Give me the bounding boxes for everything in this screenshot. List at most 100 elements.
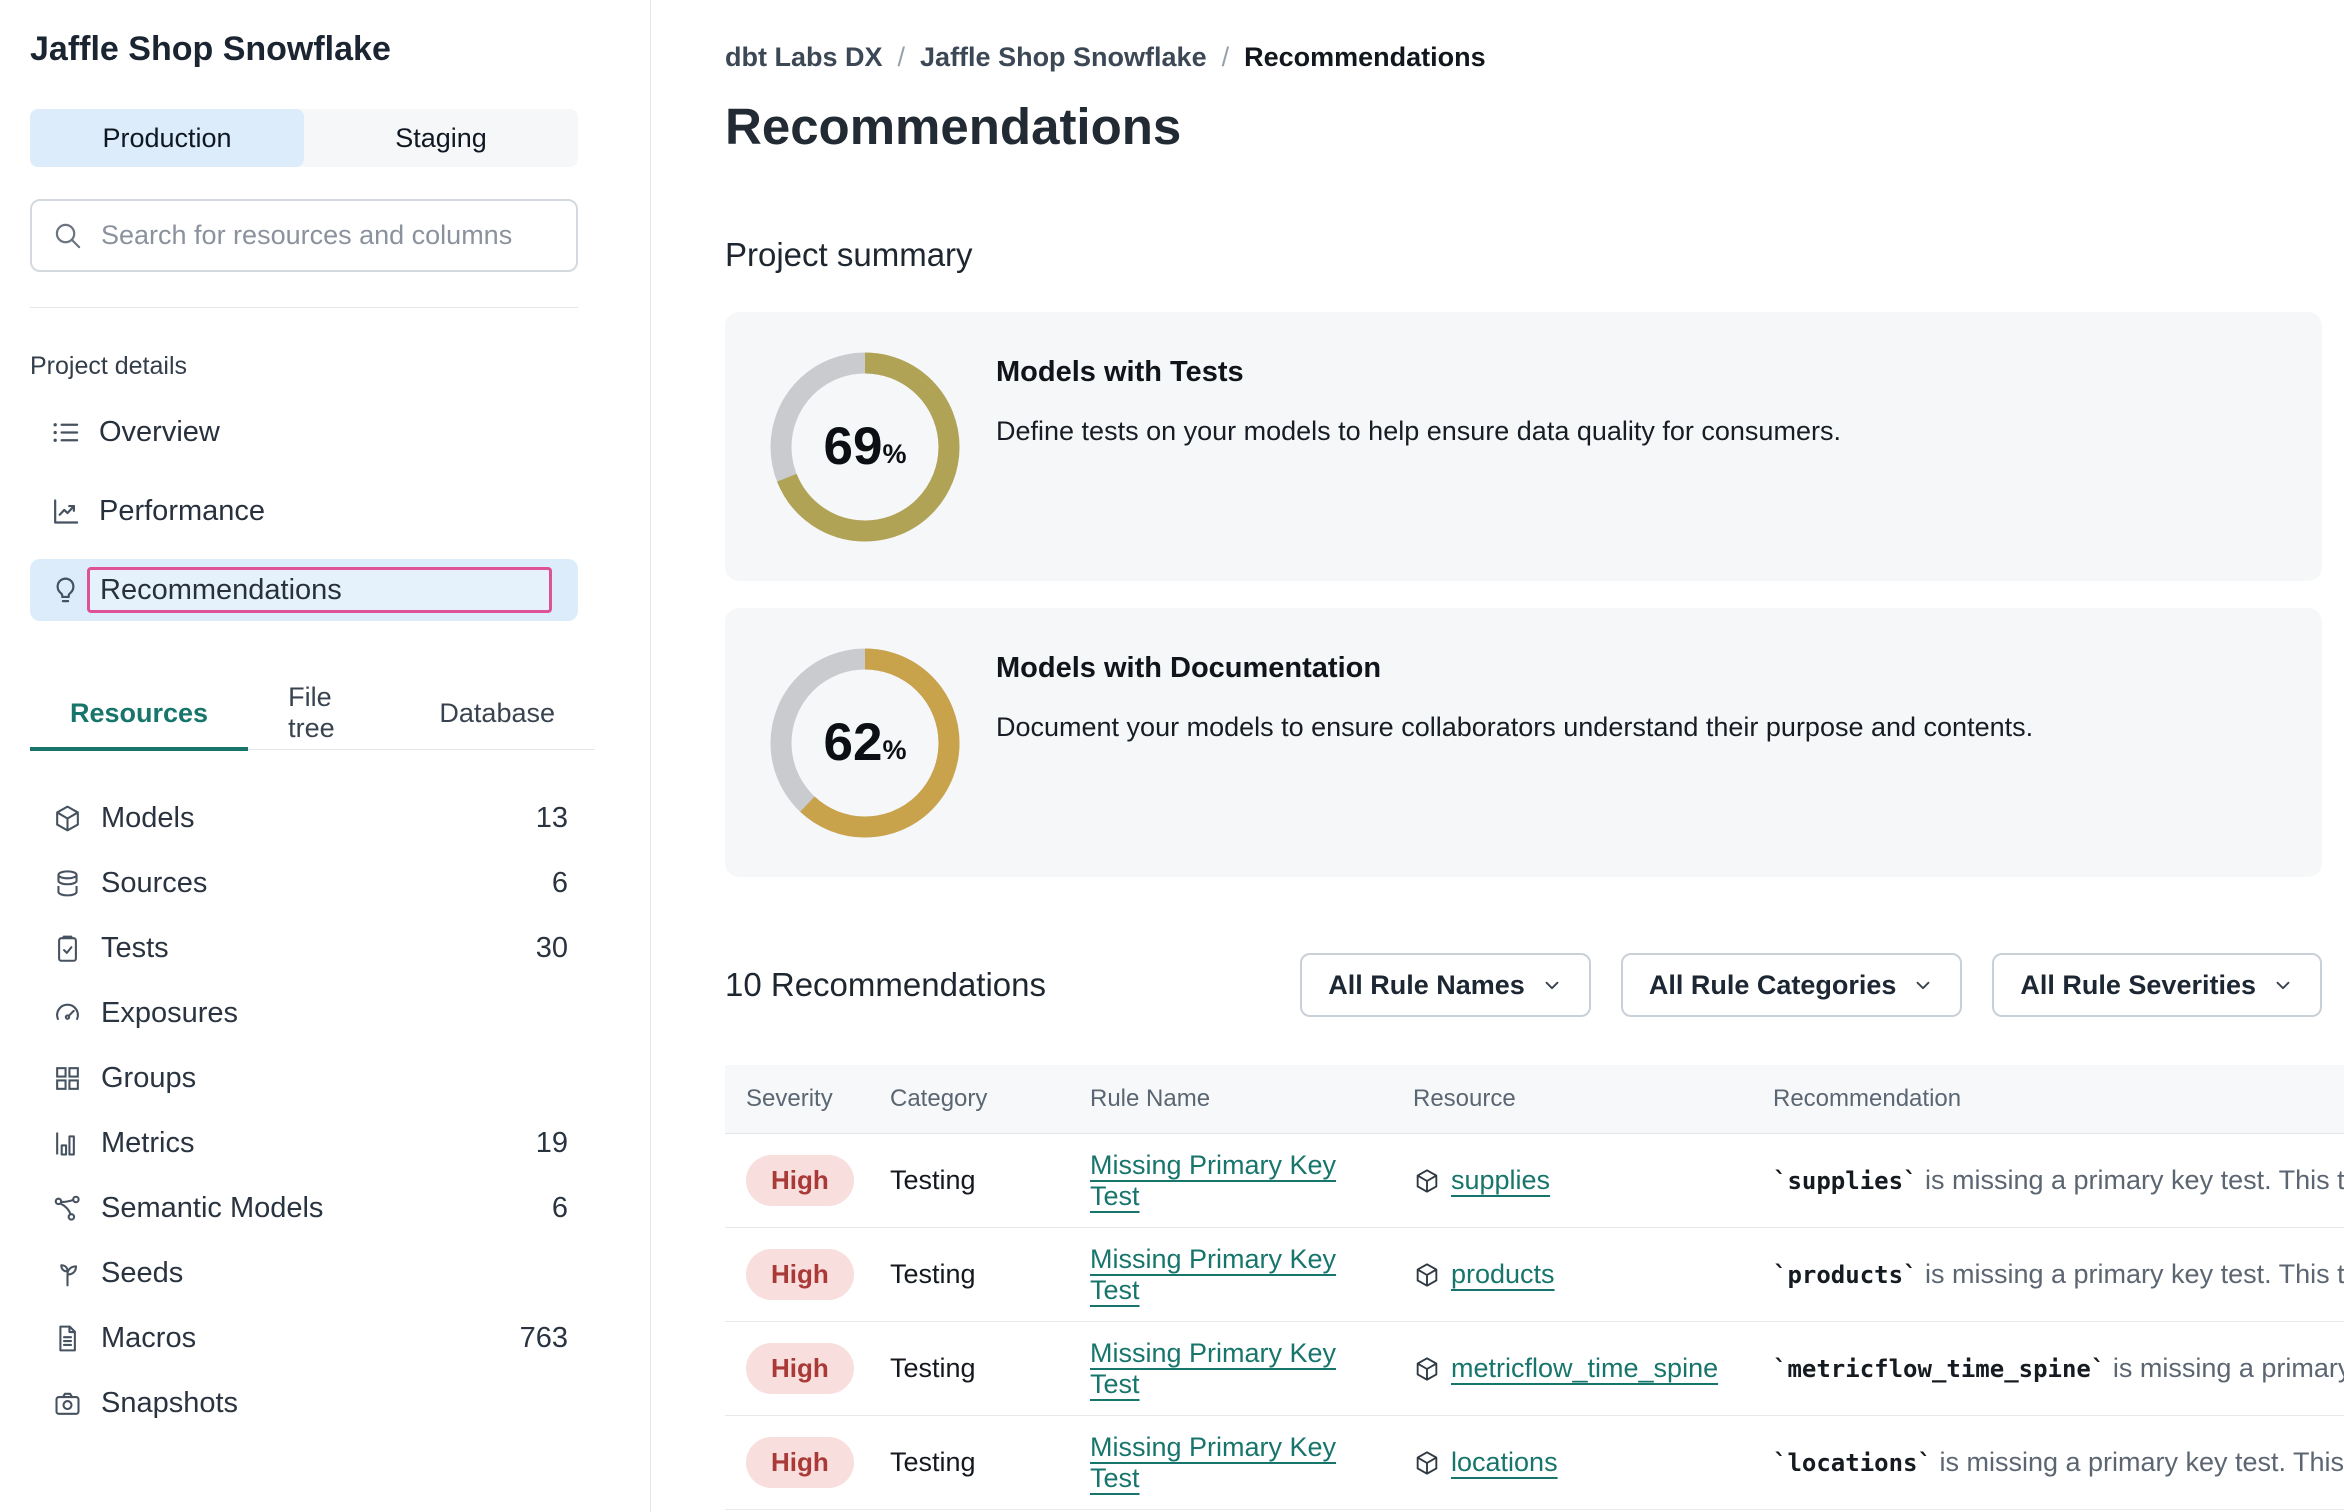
- file-text-icon: [52, 1323, 83, 1354]
- tab-staging[interactable]: Staging: [304, 109, 578, 167]
- tab-resources[interactable]: Resources: [30, 679, 248, 751]
- table-row: High Testing Missing Primary Key Test me…: [725, 1322, 2344, 1416]
- donut-percent-value: 69: [824, 416, 883, 477]
- selected-item-focus-outline: Recommendations: [87, 567, 552, 613]
- rule-name-link[interactable]: Missing Primary Key Test: [1090, 1244, 1336, 1305]
- resource-label: Metrics: [101, 1127, 194, 1160]
- resource-count: 13: [536, 802, 568, 835]
- resource-link[interactable]: supplies: [1451, 1165, 1550, 1196]
- cube-icon: [1413, 1167, 1441, 1195]
- card-description: Define tests on your models to help ensu…: [996, 416, 1841, 447]
- sidebar-item-label: Performance: [99, 495, 265, 528]
- recommendation-cell: `products` is missing a primary key test…: [1752, 1259, 2344, 1290]
- column-header-category: Category: [869, 1085, 1069, 1113]
- grid-icon: [52, 1063, 83, 1094]
- sidebar-item-tests[interactable]: Tests 30: [30, 916, 590, 981]
- project-details-label: Project details: [30, 352, 620, 381]
- sidebar-item-overview[interactable]: Overview: [30, 401, 578, 463]
- cube-icon: [1413, 1261, 1441, 1289]
- tab-production[interactable]: Production: [30, 109, 304, 167]
- breadcrumb-project[interactable]: Jaffle Shop Snowflake: [920, 42, 1207, 73]
- resource-label: Snapshots: [101, 1387, 238, 1420]
- cube-icon: [1413, 1355, 1441, 1383]
- recommendation-text: is missing a primary key test. This tes: [1932, 1447, 2344, 1477]
- card-description: Document your models to ensure collabora…: [996, 712, 2033, 743]
- rule-names-filter-dropdown[interactable]: All Rule Names: [1300, 953, 1591, 1017]
- graph-nodes-icon: [52, 1193, 83, 1224]
- donut-percent-label: 62 %: [770, 648, 960, 838]
- tab-database[interactable]: Database: [399, 679, 595, 751]
- resource-list: Models 13 Sources 6 Tests 30: [30, 786, 620, 1436]
- tab-file-tree[interactable]: File tree: [248, 679, 399, 751]
- rule-name-link[interactable]: Missing Primary Key Test: [1090, 1338, 1336, 1399]
- cube-icon: [1413, 1449, 1441, 1477]
- sidebar-item-macros[interactable]: Macros 763: [30, 1306, 590, 1371]
- list-icon: [50, 417, 81, 448]
- sidebar-item-sources[interactable]: Sources 6: [30, 851, 590, 916]
- recommendations-table: Severity Category Rule Name Resource Rec…: [725, 1065, 2344, 1510]
- filter-bar: All Rule Names All Rule Categories All R…: [1300, 953, 2322, 1017]
- resource-count: 19: [536, 1127, 568, 1160]
- lightbulb-icon: [50, 575, 81, 606]
- sidebar-item-models[interactable]: Models 13: [30, 786, 590, 851]
- sidebar-item-exposures[interactable]: Exposures: [30, 981, 590, 1046]
- sidebar-item-snapshots[interactable]: Snapshots: [30, 1371, 590, 1436]
- table-row: High Testing Missing Primary Key Test pr…: [725, 1228, 2344, 1322]
- column-header-rule-name: Rule Name: [1069, 1085, 1392, 1113]
- column-header-severity: Severity: [725, 1085, 869, 1113]
- donut-chart-tests: 69 %: [770, 352, 960, 542]
- card-title: Models with Tests: [996, 356, 1841, 389]
- search-input[interactable]: [99, 219, 556, 252]
- sidebar-item-groups[interactable]: Groups: [30, 1046, 590, 1111]
- project-summary-heading: Project summary: [725, 236, 2344, 274]
- resource-count: 6: [552, 867, 568, 900]
- sidebar-item-metrics[interactable]: Metrics 19: [30, 1111, 590, 1176]
- resource-count: 6: [552, 1192, 568, 1225]
- category-cell: Testing: [869, 1165, 1069, 1196]
- sidebar-item-semantic-models[interactable]: Semantic Models 6: [30, 1176, 590, 1241]
- recommendation-text: is missing a primary key test. This test: [1918, 1165, 2344, 1195]
- sidebar: Jaffle Shop Snowflake Production Staging…: [0, 0, 651, 1512]
- search-icon: [52, 220, 83, 251]
- donut-percent-unit: %: [882, 439, 906, 470]
- sidebar-item-seeds[interactable]: Seeds: [30, 1241, 590, 1306]
- breadcrumb-separator: /: [898, 42, 906, 73]
- donut-chart-documentation: 62 %: [770, 648, 960, 838]
- resource-label: Tests: [101, 932, 169, 965]
- resource-count: 30: [536, 932, 568, 965]
- chevron-down-icon: [1541, 974, 1563, 996]
- summary-cards: 69 % Models with Tests Define tests on y…: [725, 312, 2322, 877]
- column-header-resource: Resource: [1392, 1085, 1752, 1113]
- chevron-down-icon: [1912, 974, 1934, 996]
- rule-categories-filter-dropdown[interactable]: All Rule Categories: [1621, 953, 1963, 1017]
- search-box: [30, 199, 578, 272]
- resource-link[interactable]: locations: [1451, 1447, 1558, 1478]
- card-title: Models with Documentation: [996, 652, 2033, 685]
- recommendation-cell: `locations` is missing a primary key tes…: [1752, 1447, 2344, 1478]
- summary-card-documentation: 62 % Models with Documentation Document …: [725, 608, 2322, 877]
- resource-link[interactable]: metricflow_time_spine: [1451, 1353, 1718, 1384]
- resource-link[interactable]: products: [1451, 1259, 1555, 1290]
- resource-code: `products`: [1773, 1261, 1918, 1289]
- rule-name-link[interactable]: Missing Primary Key Test: [1090, 1432, 1336, 1493]
- recommendation-cell: `metricflow_time_spine` is missing a pri…: [1752, 1353, 2344, 1384]
- sidebar-item-label: Recommendations: [100, 574, 342, 607]
- resource-code: `metricflow_time_spine`: [1773, 1355, 2105, 1383]
- rule-severities-filter-dropdown[interactable]: All Rule Severities: [1992, 953, 2322, 1017]
- rule-name-link[interactable]: Missing Primary Key Test: [1090, 1150, 1336, 1211]
- donut-percent-label: 69 %: [770, 352, 960, 542]
- cube-icon: [52, 803, 83, 834]
- database-icon: [52, 868, 83, 899]
- sidebar-item-recommendations[interactable]: Recommendations: [30, 559, 578, 621]
- dropdown-label: All Rule Categories: [1649, 970, 1897, 1001]
- table-row: High Testing Missing Primary Key Test lo…: [725, 1416, 2344, 1510]
- breadcrumb-separator: /: [1222, 42, 1230, 73]
- gauge-icon: [52, 998, 83, 1029]
- breadcrumb-account[interactable]: dbt Labs DX: [725, 42, 883, 73]
- sprout-icon: [52, 1258, 83, 1289]
- sidebar-item-performance[interactable]: Performance: [30, 480, 578, 542]
- donut-percent-value: 62: [824, 712, 883, 773]
- resource-label: Sources: [101, 867, 207, 900]
- chevron-down-icon: [2272, 974, 2294, 996]
- table-row: High Testing Missing Primary Key Test su…: [725, 1134, 2344, 1228]
